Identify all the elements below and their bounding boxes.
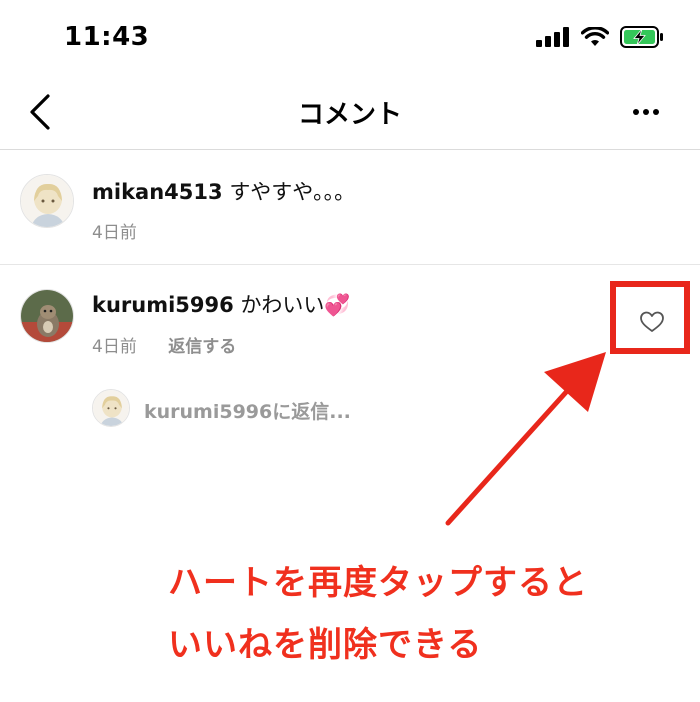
more-options-button[interactable] [628,102,664,122]
signal-icon [536,27,569,47]
status-bar: 11:43 [0,0,700,76]
wifi-icon [581,27,609,46]
comment-item: mikan4513 すやすや。。。 4日前 [0,150,700,264]
avatar[interactable] [20,289,74,343]
avatar[interactable] [20,174,74,228]
annotation-text-line-1: ハートを再度タップすると [168,563,588,603]
like-button[interactable] [639,310,665,334]
comment-username[interactable]: mikan4513 [92,180,223,204]
heart-icon [640,311,664,332]
avatar-illustration-icon [93,390,129,426]
comment-username[interactable]: kurumi5996 [92,293,234,317]
annotation-text-line-2: いいねを削除できる [168,625,483,665]
status-time: 11:43 [64,22,150,52]
comment-time: 4日前 [92,337,137,357]
more-horizontal-icon [633,109,639,115]
reply-placeholder: kurumi5996に返信... [144,401,351,423]
avatar-illustration-icon [21,175,73,227]
avatar [92,389,130,427]
nav-bar: コメント [0,76,700,150]
comment-body: すやすや。。。 [229,180,356,204]
comment-meta: 4日前 [92,218,137,243]
battery-charging-icon [620,26,663,48]
page-title: コメント [297,100,402,130]
comment-time: 4日前 [92,223,137,243]
comment-body: かわいい💞 [240,293,351,317]
reply-input[interactable]: kurumi5996に返信... [92,389,512,429]
reply-button[interactable]: 返信する [168,337,236,357]
comment-meta: 4日前 返信する [92,332,236,357]
avatar-photo-icon [21,290,73,342]
comment-text-line: mikan4513 すやすや。。。 [92,176,355,206]
comment-text-line: kurumi5996 かわいい💞 [92,289,351,319]
status-icons [536,26,664,48]
